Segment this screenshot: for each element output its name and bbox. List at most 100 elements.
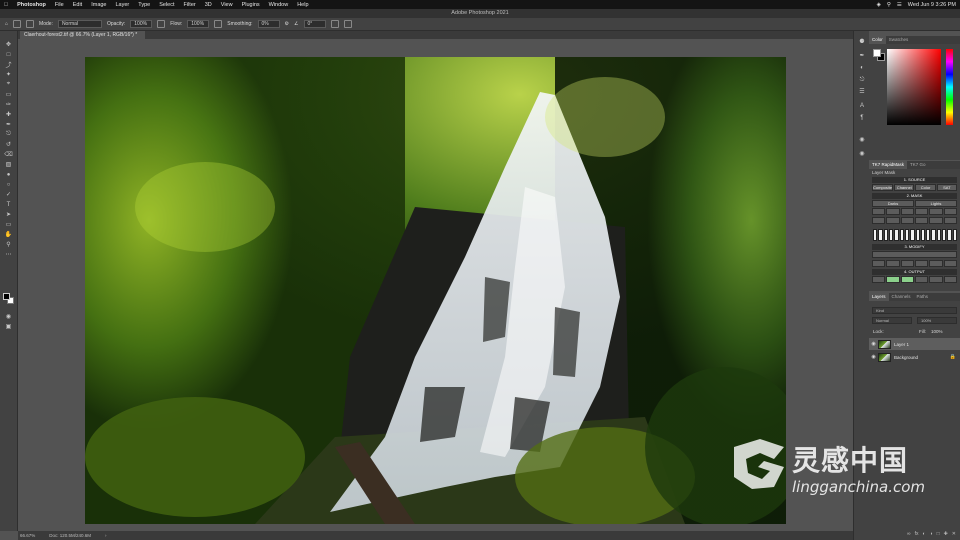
gear-icon[interactable]: ⚙ xyxy=(285,21,289,27)
mask-level-button[interactable] xyxy=(914,208,929,215)
color-picker-field[interactable] xyxy=(887,49,941,125)
clone-stamp-tool-icon[interactable]: ⎋ xyxy=(4,131,13,138)
tk-plugin-icon[interactable]: ◉ xyxy=(858,151,866,158)
symmetry-icon[interactable] xyxy=(343,20,352,28)
mask-level-button[interactable] xyxy=(900,208,914,215)
luminosity-keys[interactable] xyxy=(873,229,957,241)
marquee-tool-icon[interactable]: □ xyxy=(4,51,13,58)
eraser-tool-icon[interactable]: ⌫ xyxy=(4,151,13,158)
opacity-field[interactable]: 100% xyxy=(130,20,153,28)
zoom-readout[interactable]: 66.67% xyxy=(20,533,35,538)
menu-file[interactable]: File xyxy=(55,2,64,8)
fx-icon[interactable]: fx xyxy=(915,531,919,538)
menu-edit[interactable]: Edit xyxy=(73,2,82,8)
visibility-eye-icon[interactable]: ◉ xyxy=(869,341,878,347)
character-panel-icon[interactable]: A xyxy=(858,103,866,110)
modify-button[interactable] xyxy=(886,260,900,267)
pressure-size-icon[interactable] xyxy=(330,20,339,28)
adjustments-panel-icon[interactable]: ◐ xyxy=(858,65,866,72)
tab-tk7-go[interactable]: TK7 Go xyxy=(907,161,929,169)
output-selection-button[interactable] xyxy=(886,276,900,283)
sat-button[interactable]: SAT xyxy=(936,184,958,191)
rectangle-tool-icon[interactable]: ▭ xyxy=(4,221,13,228)
healing-brush-tool-icon[interactable]: ✚ xyxy=(4,111,13,118)
tab-swatches[interactable]: Swatches xyxy=(886,36,912,44)
blend-mode-select[interactable]: Normal xyxy=(872,317,912,324)
link-layers-icon[interactable]: ∞ xyxy=(907,531,911,538)
lights-button[interactable]: Lights xyxy=(915,200,957,207)
more-tools-icon[interactable]: ⋯ xyxy=(4,251,13,258)
output-button[interactable] xyxy=(943,276,957,283)
mask-level-button[interactable] xyxy=(943,208,957,215)
tab-paths[interactable]: Paths xyxy=(914,293,932,301)
menu-select[interactable]: Select xyxy=(159,2,174,8)
mode-select[interactable]: Normal xyxy=(57,20,102,28)
menu-window[interactable]: Window xyxy=(269,2,289,8)
color-button[interactable]: Color xyxy=(915,184,936,191)
layer-opacity-field[interactable]: 100% xyxy=(917,317,957,324)
fill-value[interactable]: 100% xyxy=(931,329,943,334)
clone-source-panel-icon[interactable]: ⎋ xyxy=(858,77,866,84)
mask-level-button[interactable] xyxy=(872,217,886,224)
menu-3d[interactable]: 3D xyxy=(205,2,212,8)
frame-tool-icon[interactable]: ▭ xyxy=(4,91,13,98)
brush-tool-preset-icon[interactable] xyxy=(13,20,22,28)
modify-button[interactable] xyxy=(929,260,943,267)
menu-clock[interactable]: Wed Jun 9 3:26 PM xyxy=(908,2,956,8)
layer-name[interactable]: Layer 1 xyxy=(894,342,909,347)
menu-image[interactable]: Image xyxy=(91,2,106,8)
new-layer-icon[interactable]: ✚ xyxy=(944,531,948,538)
gradient-tool-icon[interactable]: ▧ xyxy=(4,161,13,168)
lasso-tool-icon[interactable]: ⤴ xyxy=(4,61,13,69)
status-chevron-icon[interactable]: › xyxy=(105,533,107,538)
mask-level-button[interactable] xyxy=(900,217,914,224)
apple-icon[interactable]:  xyxy=(4,2,8,8)
modify-button[interactable] xyxy=(914,260,929,267)
layer-filter-kind[interactable]: Kind xyxy=(872,307,957,314)
menu-help[interactable]: Help xyxy=(297,2,308,8)
output-button[interactable] xyxy=(929,276,943,283)
hand-tool-icon[interactable]: ✋ xyxy=(4,231,13,238)
menu-layer[interactable]: Layer xyxy=(116,2,130,8)
add-mask-icon[interactable]: ◐ xyxy=(923,531,926,538)
menu-app-name[interactable]: Photoshop xyxy=(17,2,46,8)
brush-panel-icon[interactable]: ✒ xyxy=(858,53,866,60)
history-panel-icon[interactable]: ⚈ xyxy=(858,39,866,46)
tab-layers[interactable]: Layers xyxy=(869,293,889,301)
history-brush-tool-icon[interactable]: ↺ xyxy=(4,141,13,148)
screen-mode-icon[interactable]: ▣ xyxy=(4,323,13,330)
raya-plugin-icon[interactable]: ◉ xyxy=(858,137,866,144)
zoom-tool-icon[interactable]: ⚲ xyxy=(4,241,13,248)
darks-button[interactable]: Darks xyxy=(872,200,914,207)
brush-tool-icon[interactable]: ✒ xyxy=(4,121,13,128)
mask-level-button[interactable] xyxy=(872,208,886,215)
path-select-tool-icon[interactable]: ➤ xyxy=(4,211,13,218)
properties-panel-icon[interactable]: ☰ xyxy=(858,89,866,96)
mask-level-button[interactable] xyxy=(914,217,929,224)
menu-type[interactable]: Type xyxy=(138,2,150,8)
wifi-icon[interactable]: ◈ xyxy=(877,2,881,8)
crop-tool-icon[interactable]: ⌖ xyxy=(4,81,13,88)
home-icon[interactable]: ⌂ xyxy=(5,21,8,27)
tab-rapidmask[interactable]: TK7 RapidMask xyxy=(869,161,908,169)
hue-slider[interactable] xyxy=(946,49,953,125)
mask-level-button[interactable] xyxy=(929,208,943,215)
tab-channels[interactable]: Channels xyxy=(889,293,914,301)
blur-tool-icon[interactable]: ● xyxy=(4,171,13,178)
composite-button[interactable]: Composite xyxy=(872,184,894,191)
search-icon[interactable]: ⚲ xyxy=(887,2,891,8)
modify-button[interactable] xyxy=(872,260,886,267)
document-tab[interactable]: Claerhout-forest2.tif @ 66.7% (Layer 1, … xyxy=(20,31,145,39)
tab-color[interactable]: Color xyxy=(869,36,886,44)
move-tool-icon[interactable]: ✥ xyxy=(4,41,13,48)
mask-level-button[interactable] xyxy=(929,217,943,224)
menu-view[interactable]: View xyxy=(221,2,233,8)
quick-select-tool-icon[interactable]: ✦ xyxy=(4,71,13,78)
output-button[interactable] xyxy=(872,276,886,283)
pressure-opacity-icon[interactable] xyxy=(157,20,166,28)
color-panel-foreground-swatch[interactable] xyxy=(873,49,881,57)
layer-row-background[interactable]: ◉ Background 🔒 xyxy=(869,351,960,363)
foreground-color-swatch[interactable] xyxy=(3,293,10,300)
trash-icon[interactable]: ✕ xyxy=(952,531,956,538)
menu-plugins[interactable]: Plugins xyxy=(242,2,260,8)
